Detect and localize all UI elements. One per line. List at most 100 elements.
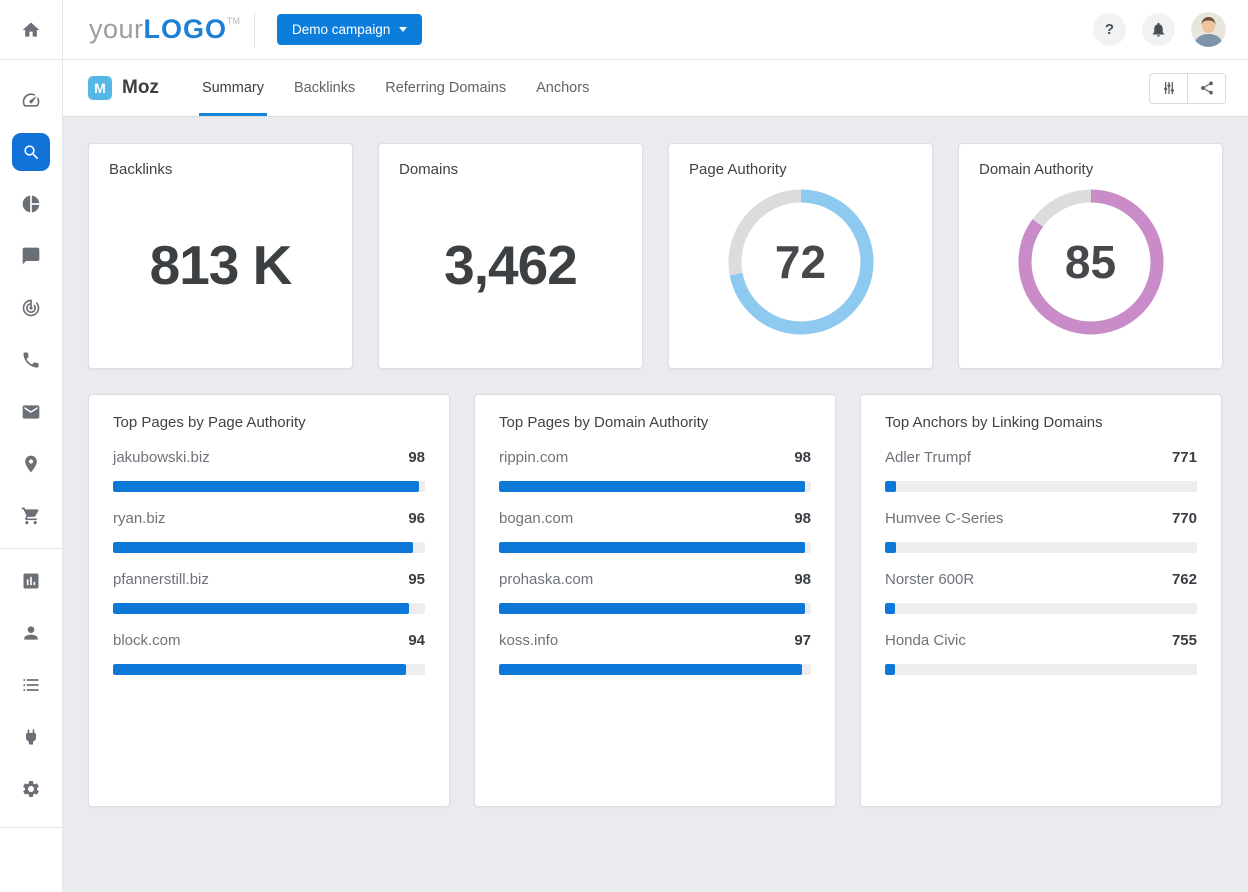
bar-track [113,542,425,553]
item-label: rippin.com [499,449,568,466]
item-value: 755 [1172,632,1197,649]
list-item: pfannerstill.biz 95 [113,571,425,614]
share-button[interactable] [1187,73,1226,104]
sidebar-nav [0,60,63,892]
sidebar-item-search[interactable] [0,126,63,178]
stat-title: Domains [399,161,622,178]
item-value: 98 [794,571,811,588]
sidebar-item-reports[interactable] [0,178,63,230]
item-label: koss.info [499,632,558,649]
sidebar-item-settings[interactable] [0,763,63,815]
sidebar-item-integrations[interactable] [0,711,63,763]
sidebar-item-local[interactable] [0,438,63,490]
gear-icon [21,779,41,799]
bar-fill [499,664,802,675]
tab-summary[interactable]: Summary [187,60,279,116]
list-item: ryan.biz 96 [113,510,425,553]
donut-score: 72 [721,182,881,342]
share-icon [1199,80,1215,96]
bar-track [499,603,811,614]
avatar-image [1191,12,1226,47]
bar-fill [113,542,413,553]
filters-button[interactable] [1149,73,1188,104]
tab-backlinks[interactable]: Backlinks [279,60,370,116]
domain-authority-donut: 85 [1011,182,1171,342]
user-avatar[interactable] [1191,12,1226,47]
tab-anchors[interactable]: Anchors [521,60,604,116]
list-title: Top Pages by Page Authority [113,414,425,431]
bar-fill [499,603,805,614]
report-document-icon [21,571,41,591]
cart-icon [21,506,41,526]
sidebar-item-comments[interactable] [0,230,63,282]
header-actions: ? [1093,12,1226,47]
page-authority-donut: 72 [721,182,881,342]
item-value: 762 [1172,571,1197,588]
item-value: 97 [794,632,811,649]
home-icon [21,20,41,40]
list-item: bogan.com 98 [499,510,811,553]
item-value: 98 [794,510,811,527]
sidebar-item-tracking[interactable] [0,282,63,334]
sidebar-item-home[interactable] [0,0,63,60]
logo-tm: TM [227,16,240,26]
stat-card-page-authority: Page Authority 72 [668,143,933,369]
app-root: your LOGO TM Demo campaign ? [0,0,1248,892]
campaign-dropdown-button[interactable]: Demo campaign [277,14,422,45]
item-label: block.com [113,632,181,649]
bar-track [113,664,425,675]
chat-bubble-icon [21,246,41,266]
integration-title: Moz [122,77,159,99]
item-label: Honda Civic [885,632,966,649]
bar-fill [113,603,409,614]
stat-title: Backlinks [109,161,332,178]
item-label: ryan.biz [113,510,166,527]
top-header: your LOGO TM Demo campaign ? [63,0,1248,60]
item-value: 94 [408,632,425,649]
list-item: Norster 600R 762 [885,571,1197,614]
bar-fill [885,542,896,553]
bar-track [885,542,1197,553]
sidebar-item-calls[interactable] [0,334,63,386]
main-content: Backlinks 813 K Domains 3,462 Page Autho… [63,117,1248,892]
item-label: jakubowski.biz [113,449,210,466]
item-label: Norster 600R [885,571,974,588]
sidebar-item-dashboard[interactable] [0,74,63,126]
tab-referring-domains[interactable]: Referring Domains [370,60,521,116]
user-icon [21,623,41,643]
sidebar-item-email[interactable] [0,386,63,438]
sidebar-item-ecommerce[interactable] [0,490,63,542]
bar-track [499,664,811,675]
sidebar-item-report-builder[interactable] [0,555,63,607]
list-card-anchors: Top Anchors by Linking Domains Adler Tru… [860,394,1222,807]
bar-fill [499,542,805,553]
bar-fill [885,664,895,675]
bar-fill [113,481,419,492]
item-label: Humvee C-Series [885,510,1003,527]
list-title: Top Anchors by Linking Domains [885,414,1197,431]
lists-row: Top Pages by Page Authority jakubowski.b… [88,394,1223,807]
list-item: Adler Trumpf 771 [885,449,1197,492]
stat-value: 3,462 [444,233,577,297]
bar-fill [113,664,406,675]
sliders-icon [1161,80,1177,96]
list-item: rippin.com 98 [499,449,811,492]
bar-fill [885,603,895,614]
sidebar-item-tasks[interactable] [0,659,63,711]
sidebar-item-account[interactable] [0,607,63,659]
active-item-highlight [12,133,50,171]
list-card-domain-authority: Top Pages by Domain Authority rippin.com… [474,394,836,807]
item-label: prohaska.com [499,571,593,588]
help-button[interactable]: ? [1093,13,1126,46]
brand-logo: your LOGO TM [89,14,240,45]
stat-card-domains: Domains 3,462 [378,143,643,369]
donut-score: 85 [1011,182,1171,342]
bar-track [499,481,811,492]
checklist-icon [21,675,41,695]
chevron-down-icon [399,27,407,32]
list-item: Honda Civic 755 [885,632,1197,675]
notifications-button[interactable] [1142,13,1175,46]
list-item: jakubowski.biz 98 [113,449,425,492]
question-icon: ? [1105,21,1114,38]
moz-brand: M Moz [88,60,159,116]
